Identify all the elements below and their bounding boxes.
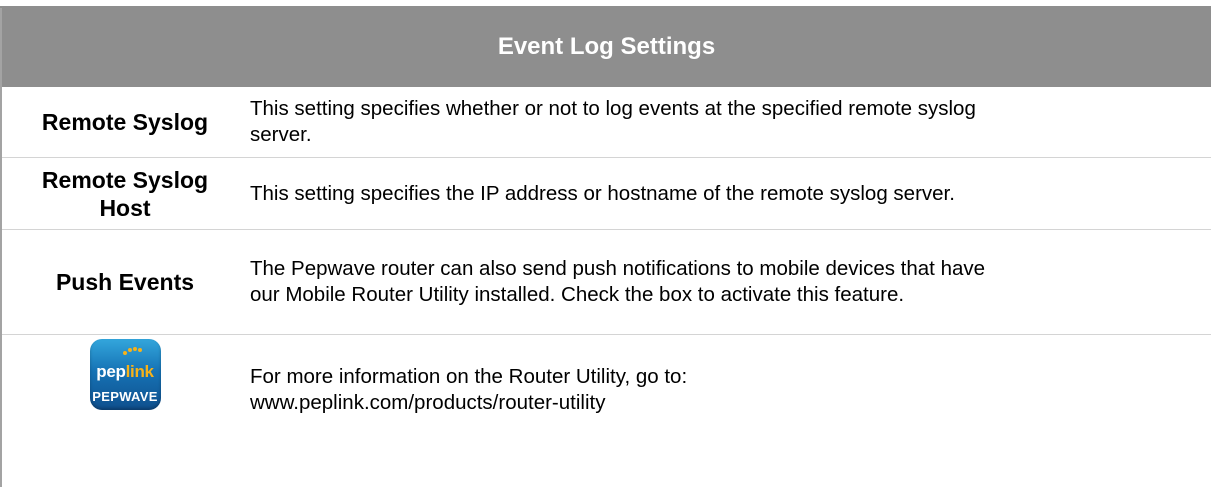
peplink-pepwave-app-icon: peplink PEPWAVE xyxy=(89,339,161,410)
row-description: This setting specifies the IP address or… xyxy=(250,158,1191,229)
logo-dots xyxy=(122,347,143,355)
table-row-remote-syslog: Remote Syslog This setting specifies whe… xyxy=(2,87,1211,158)
row-description-text: The Pepwave router can also send push no… xyxy=(250,257,986,306)
row-description: The Pepwave router can also send push no… xyxy=(250,230,1191,334)
table-row-remote-syslog-host: Remote Syslog Host This setting specifie… xyxy=(2,158,1211,230)
row-description: This setting specifies whether or not to… xyxy=(250,87,1191,157)
row-description-text: This setting specifies whether or not to… xyxy=(250,97,976,146)
table-header: Event Log Settings xyxy=(2,8,1211,87)
row-description-text: This setting specifies the IP address or… xyxy=(250,181,955,205)
logo-brand: peplink xyxy=(96,362,154,381)
table-row-router-utility: peplink PEPWAVE For more information on … xyxy=(2,335,1211,487)
table-row-push-events: Push Events The Pepwave router can also … xyxy=(2,230,1211,335)
row-label: Remote Syslog Host xyxy=(41,166,209,221)
row-description-text: For more information on the Router Utili… xyxy=(250,365,688,414)
table-title: Event Log Settings xyxy=(497,32,716,60)
logo-sub: PEPWAVE xyxy=(92,389,158,404)
row-logo-cell: peplink PEPWAVE xyxy=(2,335,248,487)
row-label: Remote Syslog xyxy=(41,109,209,135)
row-label: Push Events xyxy=(55,269,195,295)
row-description: For more information on the Router Utili… xyxy=(250,335,1191,487)
